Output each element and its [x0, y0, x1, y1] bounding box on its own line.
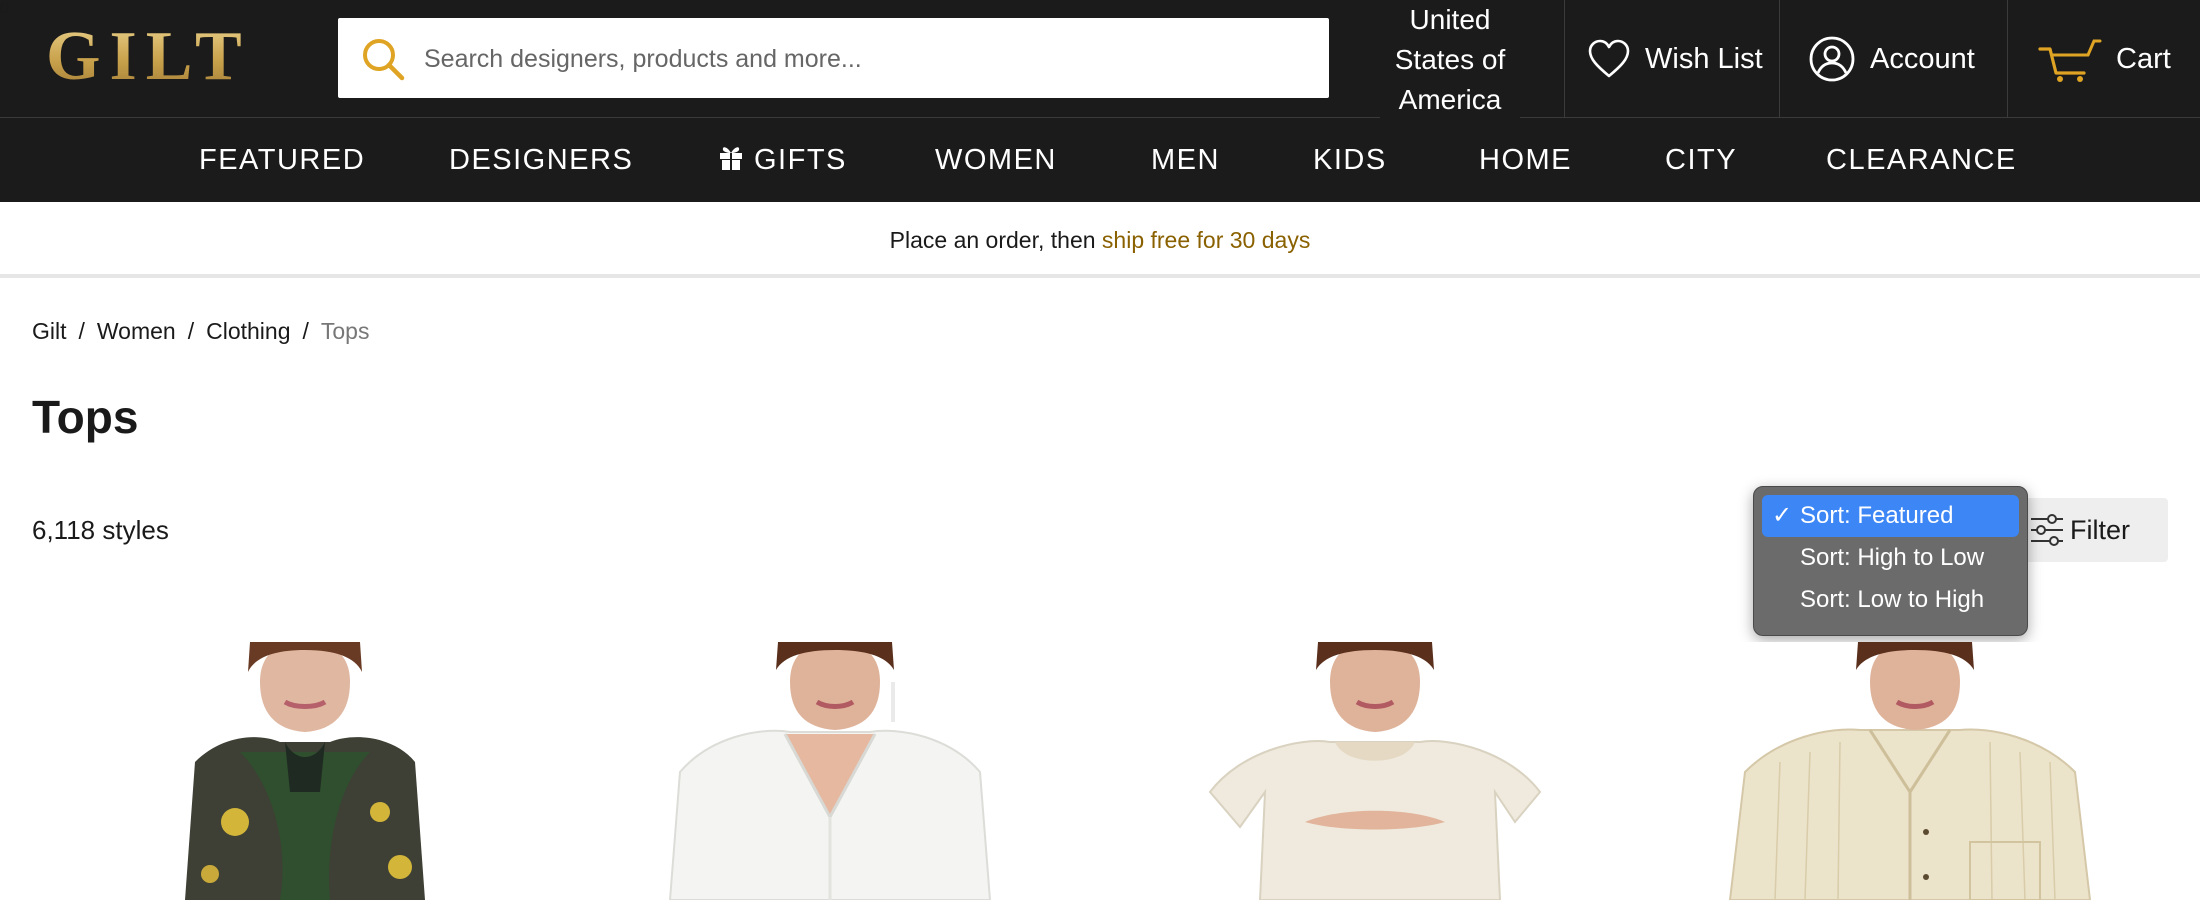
page-title: Tops — [32, 391, 139, 443]
product-card[interactable] — [610, 642, 1050, 900]
breadcrumb-clothing[interactable]: Clothing — [206, 318, 290, 344]
region-selector[interactable]: United States of America — [1380, 0, 1520, 118]
gilt-logo[interactable]: GILT — [46, 22, 291, 92]
nav-item-women[interactable]: WOMEN — [935, 118, 1057, 202]
search-bar[interactable] — [338, 18, 1329, 100]
gift-icon — [720, 147, 742, 170]
cart-icon — [2038, 39, 2102, 82]
nav-item-home[interactable]: HOME — [1479, 118, 1572, 202]
wishlist-link[interactable]: Wish List — [1564, 0, 1779, 118]
search-icon[interactable] — [360, 36, 406, 82]
site-header: GILT United States of America Wish List … — [0, 0, 2200, 118]
nav-item-gifts-label: GIFTS — [754, 144, 847, 176]
breadcrumb-women[interactable]: Women — [97, 318, 176, 344]
sort-option-label: Sort: Low to High — [1800, 586, 1985, 613]
nav-item-men[interactable]: MEN — [1151, 118, 1220, 202]
sort-option-high-to-low[interactable]: Sort: High to Low — [1762, 537, 2019, 579]
sort-option-low-to-high[interactable]: Sort: Low to High — [1762, 579, 2019, 621]
product-image — [1150, 642, 1590, 900]
promo-text: Place an order, then — [889, 227, 1096, 253]
region-line-3: America — [1398, 84, 1502, 115]
cart-label: Cart — [2116, 42, 2171, 75]
heart-icon — [1588, 39, 1630, 78]
cart-link[interactable]: Cart — [2007, 0, 2200, 118]
product-card[interactable] — [80, 642, 520, 900]
user-icon — [1809, 36, 1855, 82]
sort-option-label: Sort: High to Low — [1800, 544, 1985, 571]
region-line-2: States of — [1394, 44, 1506, 75]
product-image — [1700, 642, 2140, 900]
account-label: Account — [1870, 42, 1975, 75]
breadcrumb-current: Tops — [320, 318, 370, 344]
product-card[interactable] — [1150, 642, 1590, 900]
sliders-icon — [2031, 514, 2063, 546]
nav-item-featured[interactable]: FEATURED — [199, 118, 365, 202]
nav-item-clearance[interactable]: CLEARANCE — [1826, 118, 2017, 202]
product-image — [610, 642, 1050, 900]
breadcrumb-separator: / — [78, 318, 85, 344]
product-image — [80, 642, 520, 900]
cart-count-badge: 0 — [0, 0, 9, 17]
nav-item-designers[interactable]: DESIGNERS — [449, 118, 633, 202]
nav-item-gifts[interactable]: GIFTS — [718, 118, 847, 202]
account-link[interactable]: Account — [1779, 0, 2007, 118]
wishlist-label: Wish List — [1645, 42, 1763, 75]
sort-option-label: Sort: Featured — [1800, 502, 1954, 529]
region-line-1: United — [1409, 4, 1491, 35]
checkmark-icon: ✓ — [1772, 502, 1793, 529]
product-card[interactable] — [1700, 642, 2140, 900]
nav-item-kids[interactable]: KIDS — [1313, 118, 1387, 202]
promo-banner: Place an order, then ship free for 30 da… — [0, 202, 2200, 278]
promo-link[interactable]: ship free for 30 days — [1102, 227, 1310, 253]
filter-label: Filter — [2070, 514, 2130, 545]
breadcrumb-separator: / — [187, 318, 195, 344]
breadcrumb-gilt[interactable]: Gilt — [32, 318, 67, 344]
category-nav: FEATURED DESIGNERS GIFTS WOMEN MEN KIDS … — [0, 118, 2200, 202]
search-input[interactable] — [422, 18, 1306, 100]
nav-item-city[interactable]: CITY — [1665, 118, 1737, 202]
breadcrumb: Gilt / Women / Clothing / Tops — [32, 318, 369, 345]
sort-option-featured[interactable]: ✓ Sort: Featured — [1762, 495, 2019, 537]
result-count: 6,118 styles — [32, 515, 169, 545]
sort-dropdown[interactable]: ✓ Sort: Featured Sort: High to Low Sort:… — [1753, 486, 2028, 636]
breadcrumb-separator: / — [302, 318, 309, 344]
